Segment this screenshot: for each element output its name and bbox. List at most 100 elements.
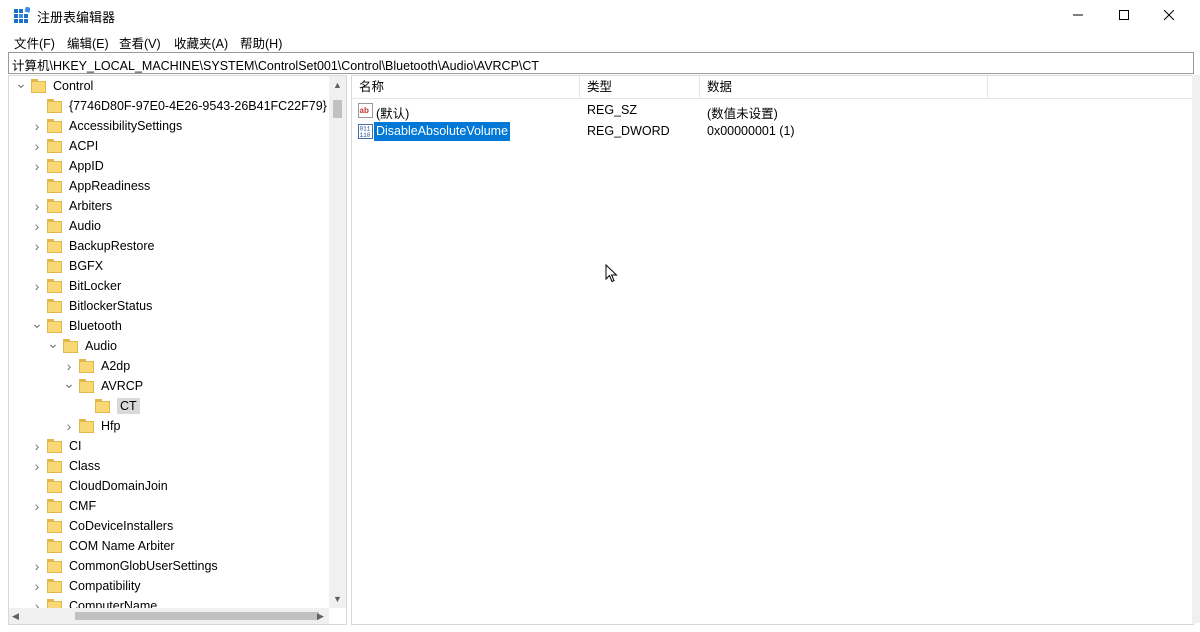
tree-node-label: Class [69,459,101,473]
tree-node[interactable]: › Hfp [63,416,121,436]
chevron-right-icon[interactable]: › [31,156,43,176]
tree-node[interactable]: AppReadiness [31,176,150,196]
tree-node[interactable]: CloudDomainJoin [31,476,168,496]
tree-node[interactable]: CoDeviceInstallers [31,516,173,536]
folder-icon [47,439,63,453]
chevron-right-icon[interactable]: › [31,116,43,136]
address-bar[interactable]: 计算机\HKEY_LOCAL_MACHINE\SYSTEM\ControlSet… [8,52,1194,74]
chevron-right-icon[interactable]: › [31,576,43,596]
scrollbar-thumb[interactable] [333,100,342,118]
column-data[interactable]: 数据 [700,76,988,98]
tree-vertical-scrollbar[interactable]: ▲ ▼ [329,76,346,608]
chevron-right-icon[interactable]: › [31,556,43,576]
scroll-right-icon[interactable]: ▶ [317,611,324,622]
chevron-right-icon[interactable]: › [31,136,43,156]
tree-node-label: Audio [69,219,101,233]
menu-bar: 文件(F) 编辑(E) 查看(V) 收藏夹(A) 帮助(H) [0,30,1200,51]
scroll-up-icon[interactable]: ▲ [333,80,342,90]
chevron-right-icon[interactable]: › [31,456,43,476]
folder-icon [79,379,95,393]
chevron-down-icon[interactable]: ⌄ [63,373,75,393]
scroll-down-icon[interactable]: ▼ [333,594,342,604]
menu-favorites[interactable]: 收藏夹(A) [174,33,228,52]
tree-node-label: CI [69,439,82,453]
tree-connector [31,176,43,196]
key-tree-pane[interactable]: ⌄ Control {7746D80F-97E0-4E26-9543-26B41FC… [8,75,347,625]
tree-node-label: Bluetooth [69,319,122,333]
tree-node[interactable]: › Class [31,456,101,476]
minimize-button[interactable] [1055,0,1101,30]
title-bar[interactable]: 注册表编辑器 [0,0,1200,30]
chevron-down-icon[interactable]: ⌄ [47,333,59,353]
tree-connector [31,256,43,276]
tree-node-label: AVRCP [101,379,144,393]
tree-node[interactable]: › BackupRestore [31,236,155,256]
folder-icon [47,199,63,213]
tree-node-label: Hfp [101,419,121,433]
folder-icon [47,539,63,553]
folder-icon [47,219,63,233]
chevron-down-icon[interactable]: ⌄ [15,76,27,93]
tree-node[interactable]: › ACPI [31,136,99,156]
tree-node-label: Audio [85,339,117,353]
values-pane[interactable]: 名称 类型 数据 ab (默认) REG_SZ (数值未设置) 011 110 … [351,75,1194,625]
chevron-right-icon[interactable]: › [31,276,43,296]
tree-node[interactable]: COM Name Arbiter [31,536,175,556]
tree-node[interactable]: › AppID [31,156,104,176]
value-row[interactable]: ab (默认) REG_SZ (数值未设置) [352,100,1193,121]
folder-icon [95,399,111,413]
chevron-down-icon[interactable]: ⌄ [31,313,43,333]
folder-icon [47,279,63,293]
folder-icon [47,259,63,273]
tree-node[interactable]: ⌄ Bluetooth [31,313,122,336]
value-type: REG_DWORD [587,124,670,138]
tree-node[interactable]: › CI [31,436,82,456]
value-name: DisableAbsoluteVolume [372,121,512,142]
menu-edit[interactable]: 编辑(E) [67,33,109,52]
maximize-button[interactable] [1101,0,1147,30]
folder-icon [47,119,63,133]
tree-node[interactable]: › Compatibility [31,576,141,596]
folder-icon [47,499,63,513]
menu-help[interactable]: 帮助(H) [240,33,282,52]
tree-node-label: BGFX [69,259,104,273]
string-value-icon: ab [358,103,373,118]
chevron-right-icon[interactable]: › [31,496,43,516]
address-path[interactable]: 计算机\HKEY_LOCAL_MACHINE\SYSTEM\ControlSet… [12,55,539,74]
scrollbar-thumb[interactable] [75,612,319,620]
scroll-left-icon[interactable]: ◀ [12,611,19,622]
value-name: (默认) [376,107,410,121]
chevron-right-icon[interactable]: › [31,196,43,216]
tree-horizontal-scrollbar[interactable]: ◀ ▶ [9,608,329,624]
tree-node[interactable]: › CommonGlobUserSettings [31,556,218,576]
menu-file[interactable]: 文件(F) [14,33,55,52]
chevron-right-icon[interactable]: › [31,236,43,256]
tree-node[interactable]: › BitLocker [31,276,121,296]
tree-connector [31,476,43,496]
close-button[interactable] [1146,0,1192,30]
column-type[interactable]: 类型 [580,76,700,98]
tree-node-label: CommonGlobUserSettings [69,559,218,573]
tree-node[interactable]: › CMF [31,496,96,516]
tree-node[interactable]: BitlockerStatus [31,296,152,316]
value-row-selected[interactable]: 011 110 DisableAbsoluteVolume REG_DWORD … [352,121,1193,142]
chevron-right-icon[interactable]: › [31,216,43,236]
tree-node[interactable]: › Audio [31,216,101,236]
menu-view[interactable]: 查看(V) [119,33,161,52]
tree-node[interactable]: {7746D80F-97E0-4E26-9543-26B41FC22F79} [31,96,327,116]
tree-connector [31,536,43,556]
tree-node[interactable]: ⌄ Control [15,76,93,96]
window-edge [1192,75,1200,623]
tree-node[interactable]: › Arbiters [31,196,112,216]
folder-icon [79,419,95,433]
tree-node[interactable]: › AccessibilitySettings [31,116,183,136]
tree-node[interactable]: ⌄ AVRCP [63,373,144,396]
chevron-right-icon[interactable]: › [31,436,43,456]
tree-node[interactable]: ⌄ Audio [47,333,117,356]
window-title: 注册表编辑器 [37,10,116,25]
chevron-right-icon[interactable]: › [63,416,75,436]
folder-icon [47,159,63,173]
tree-node[interactable]: BGFX [31,256,103,276]
column-name[interactable]: 名称 [352,76,580,98]
tree-node[interactable]: CT [79,396,140,416]
